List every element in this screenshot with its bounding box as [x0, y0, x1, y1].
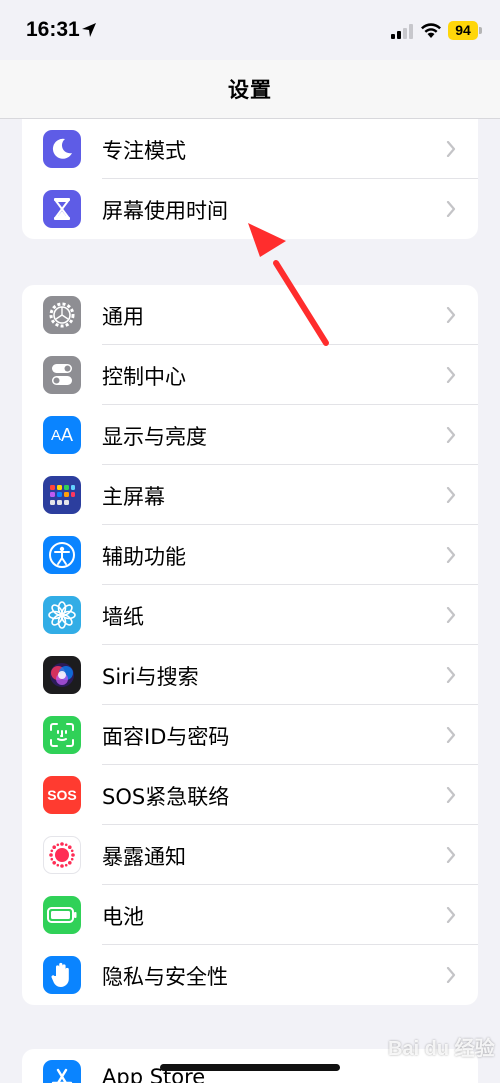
chevron-right-icon	[446, 787, 456, 803]
chevron-right-icon	[446, 667, 456, 683]
chevron-right-icon	[446, 847, 456, 863]
settings-row-label: Siri与搜索	[102, 665, 199, 689]
battery-icon	[43, 896, 81, 934]
settings-row-home-screen[interactable]: 主屏幕	[22, 465, 478, 525]
chevron-right-icon	[446, 141, 456, 157]
sos-icon-text: SOS	[47, 787, 77, 803]
siri-icon	[43, 656, 81, 694]
settings-row-privacy[interactable]: 隐私与安全性	[22, 945, 478, 1005]
settings-row-label: 控制中心	[102, 365, 186, 389]
wifi-icon	[421, 23, 441, 38]
home-indicator[interactable]	[160, 1064, 340, 1071]
settings-row-emergency-sos[interactable]: SOS SOS紧急联络	[22, 765, 478, 825]
settings-group-main: 通用 控制中心 AA 显示与亮度 主屏幕 辅助功能 墙纸 Siri与搜索 面容I…	[22, 285, 478, 1005]
settings-row-label: 通用	[102, 305, 144, 329]
hourglass-icon	[43, 190, 81, 228]
gear-icon	[43, 296, 81, 334]
accessibility-icon	[43, 536, 81, 574]
chevron-right-icon	[446, 201, 456, 217]
settings-row-display[interactable]: AA 显示与亮度	[22, 405, 478, 465]
chevron-right-icon	[446, 307, 456, 323]
chevron-right-icon	[446, 547, 456, 563]
settings-row-label: SOS紧急联络	[102, 785, 230, 809]
chevron-right-icon	[446, 727, 456, 743]
app-store-icon	[43, 1060, 81, 1083]
chevron-right-icon	[446, 607, 456, 623]
cellular-signal-icon	[391, 24, 413, 39]
settings-row-label: 主屏幕	[102, 485, 165, 509]
app-grid-icon	[43, 476, 81, 514]
settings-row-accessibility[interactable]: 辅助功能	[22, 525, 478, 585]
settings-row-control-center[interactable]: 控制中心	[22, 345, 478, 405]
flower-icon	[43, 596, 81, 634]
chevron-right-icon	[446, 487, 456, 503]
status-bar: 16:31 94	[0, 0, 500, 60]
watermark: Bai du 经验	[388, 1038, 495, 1060]
settings-row-label: 辅助功能	[102, 545, 186, 569]
settings-row-label: 隐私与安全性	[102, 965, 228, 989]
location-arrow-icon	[82, 23, 96, 37]
moon-icon	[43, 130, 81, 168]
settings-row-focus[interactable]: 专注模式	[22, 119, 478, 179]
chevron-right-icon	[446, 967, 456, 983]
chevron-right-icon	[446, 907, 456, 923]
battery-nub	[479, 27, 482, 34]
annotation-arrow	[248, 223, 329, 346]
chevron-right-icon	[446, 367, 456, 383]
settings-row-exposure[interactable]: 暴露通知	[22, 825, 478, 885]
settings-row-label: 电池	[102, 905, 144, 929]
battery-level: 94	[448, 21, 478, 40]
navigation-bar: 设置	[0, 60, 500, 119]
status-time: 16:31	[26, 18, 80, 41]
text-size-icon: AA	[43, 416, 81, 454]
settings-row-wallpaper[interactable]: 墙纸	[22, 585, 478, 645]
hand-icon	[43, 956, 81, 994]
settings-row-siri[interactable]: Siri与搜索	[22, 645, 478, 705]
settings-row-battery[interactable]: 电池	[22, 885, 478, 945]
settings-row-label: 屏幕使用时间	[102, 199, 228, 223]
settings-row-label: 墙纸	[102, 605, 144, 629]
page-title: 设置	[228, 78, 272, 102]
face-id-icon	[43, 716, 81, 754]
settings-row-label: 显示与亮度	[102, 425, 207, 449]
chevron-right-icon	[446, 427, 456, 443]
sos-icon: SOS	[43, 776, 81, 814]
settings-row-label: 面容ID与密码	[102, 725, 230, 749]
toggles-icon	[43, 356, 81, 394]
settings-row-label: 专注模式	[102, 139, 186, 163]
exposure-icon	[43, 836, 81, 874]
settings-row-face-id[interactable]: 面容ID与密码	[22, 705, 478, 765]
settings-row-label: 暴露通知	[102, 845, 186, 869]
